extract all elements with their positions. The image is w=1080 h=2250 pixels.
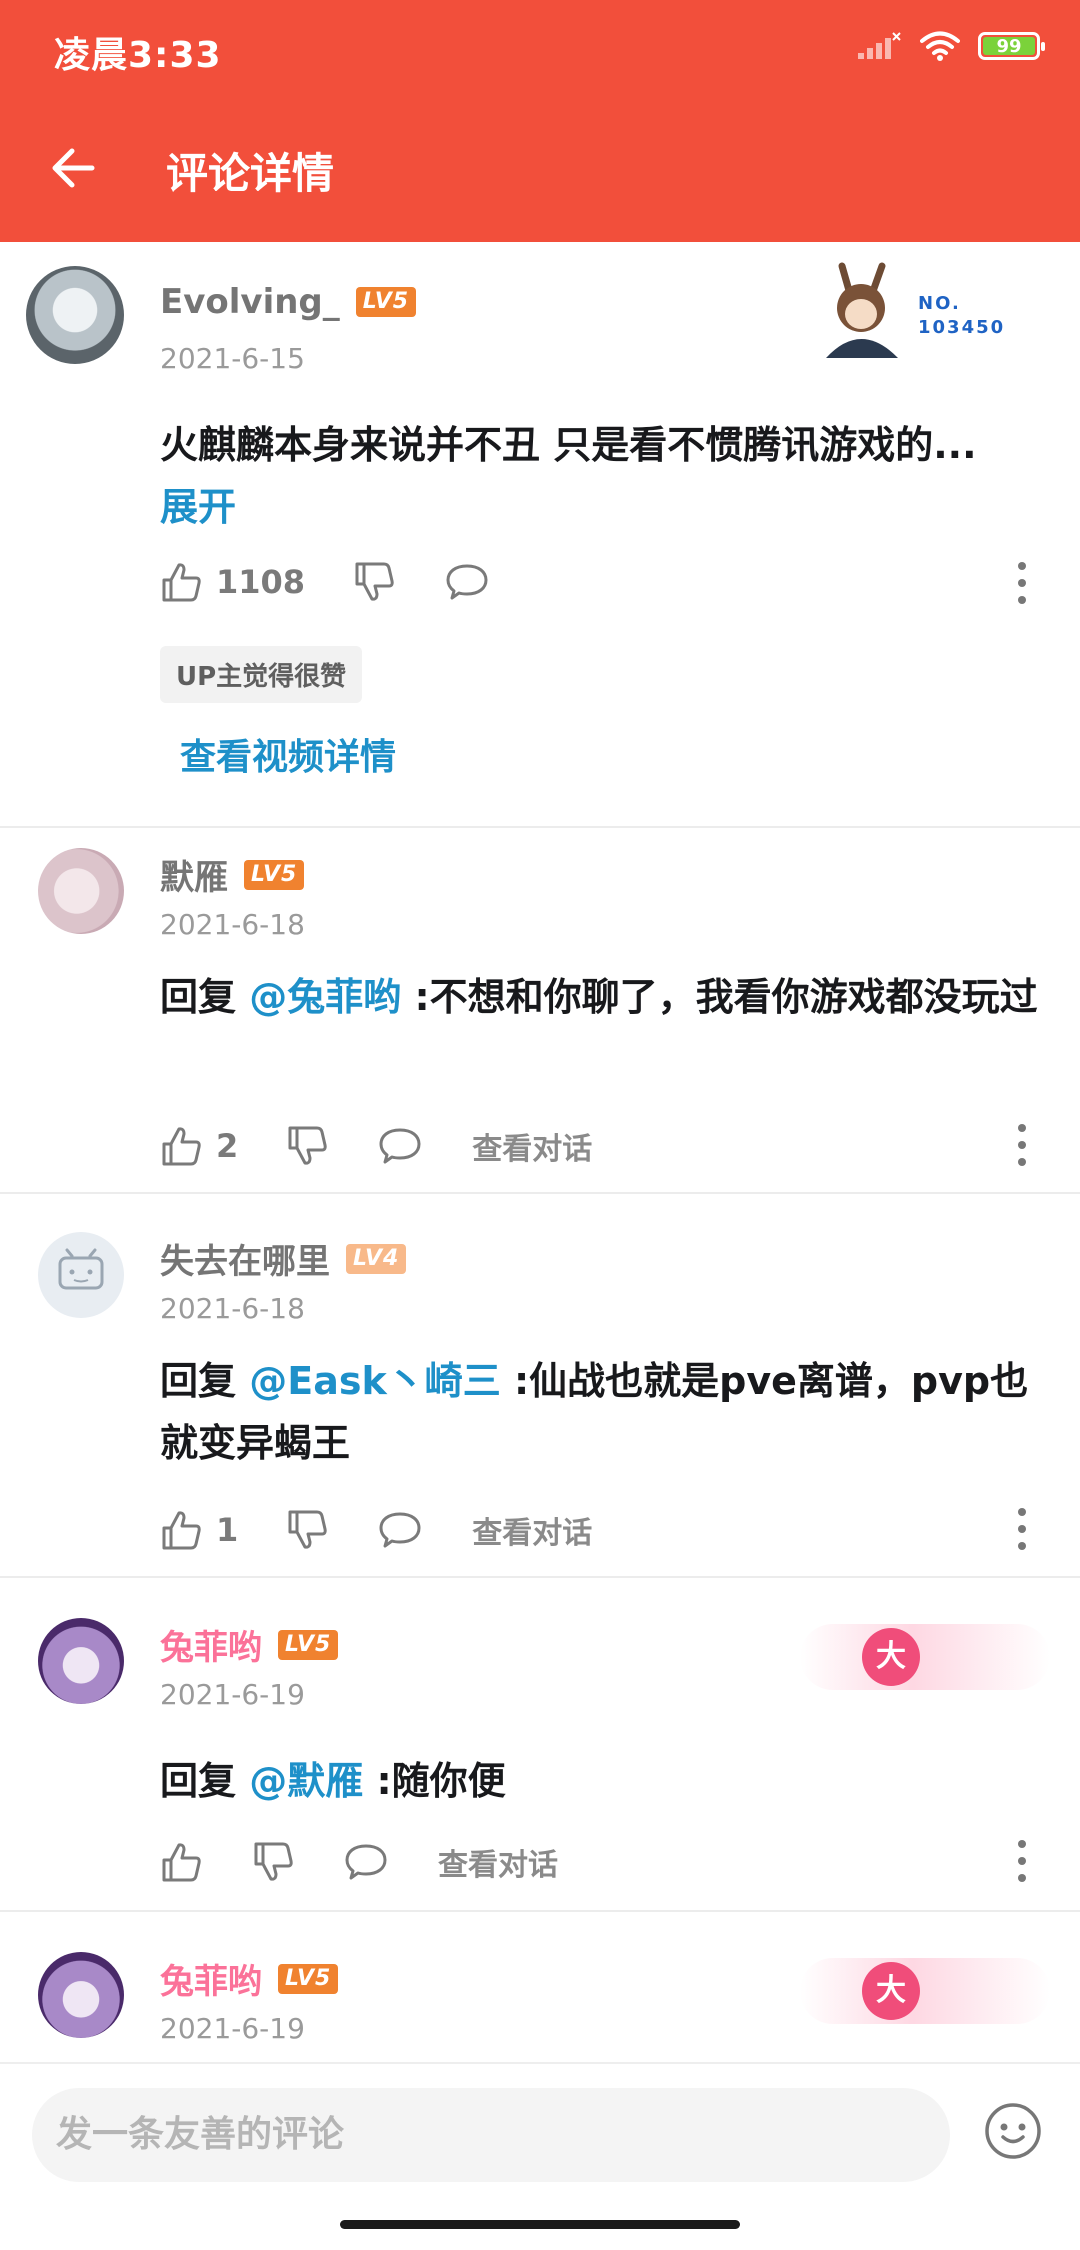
more-icon[interactable] (1014, 1836, 1030, 1886)
up-liked-tag: UP主觉得很赞 (160, 646, 363, 703)
comment-input[interactable]: 发一条友善的评论 (32, 2088, 950, 2182)
thumb-up-icon[interactable] (160, 1840, 204, 1884)
ornament-badge: 大 (862, 1962, 920, 2020)
badge-number-value: 103450 (918, 317, 1006, 338)
comment-icon[interactable] (445, 560, 489, 604)
default-avatar-icon (58, 1248, 104, 1290)
reply-text: :不想和你聊了，我看你游戏都没玩过 (401, 975, 1038, 1019)
mention-link[interactable]: @Eask丶崎三 (249, 1359, 501, 1403)
fan-badge (806, 260, 916, 360)
page-title: 评论详情 (166, 149, 335, 198)
level-badge: LV5 (355, 287, 417, 317)
reply-prefix: 回复 (160, 1759, 250, 1803)
reply-prefix: 回复 (160, 1359, 250, 1403)
thumb-up-icon[interactable] (160, 560, 204, 604)
comment-icon[interactable] (344, 1840, 388, 1884)
username[interactable]: 兔菲哟 (160, 1620, 262, 1669)
mention-link[interactable]: @兔菲哟 (249, 975, 401, 1019)
like-count: 2 (216, 1127, 239, 1165)
comment-content: 火麒麟本身来说并不丑 只是看不惯腾讯游戏的... 展开 (160, 414, 1040, 538)
thumb-down-icon[interactable] (252, 1840, 296, 1884)
level-badge: LV5 (244, 859, 305, 890)
status-icons: 99 (856, 30, 1045, 62)
reply-text: :随你便 (363, 1759, 506, 1803)
more-icon[interactable] (1014, 1504, 1030, 1554)
username[interactable]: 默雁 (160, 850, 228, 899)
comment-input-bar: 发一条友善的评论 (0, 2062, 1080, 2250)
ornament-banner (800, 1958, 1050, 2024)
view-conversation-link[interactable]: 查看对话 (438, 1840, 558, 1884)
status-time: 凌晨3:33 (54, 35, 222, 76)
badge-number-label: NO. (918, 293, 961, 314)
like-count: 1108 (216, 563, 306, 601)
thumb-up-icon[interactable] (160, 1124, 204, 1168)
signal-icon (858, 32, 901, 59)
reply-content: 回复 @兔菲哟 :不想和你聊了，我看你游戏都没玩过 (160, 966, 1040, 1028)
comment-actions: 2 查看对话 (160, 1118, 592, 1174)
mention-link[interactable]: @默雁 (249, 1759, 363, 1803)
level-badge: LV4 (346, 1243, 407, 1274)
avatar[interactable] (38, 1952, 124, 2038)
reply-content: 回复 @Eask丶崎三 :仙战也就是pve离谱，pvp也就变异蝎王 (160, 1350, 1040, 1474)
main-comment: Evolving_ LV5 2021-6-15 NO. 103450 火麒麟本身… (0, 244, 1080, 828)
thumb-down-icon[interactable] (286, 1124, 330, 1168)
username[interactable]: Evolving_ (160, 282, 340, 322)
reply-prefix: 回复 (160, 975, 250, 1019)
comment-actions: 1 查看对话 (160, 1502, 592, 1558)
username[interactable]: 失去在哪里 (160, 1234, 330, 1283)
emoji-icon[interactable] (984, 2102, 1042, 2160)
like-count: 1 (216, 1511, 239, 1549)
badge-number: NO. 103450 (918, 292, 1005, 340)
comment-date: 2021-6-18 (160, 1292, 305, 1325)
comment-date: 2021-6-15 (160, 342, 305, 375)
thumb-up-icon[interactable] (160, 1508, 204, 1552)
comment-icon[interactable] (378, 1508, 422, 1552)
avatar[interactable] (26, 266, 124, 364)
reply-content: 回复 @默雁 :随你便 (160, 1750, 1040, 1812)
comment-icon[interactable] (378, 1124, 422, 1168)
more-icon[interactable] (1014, 1120, 1030, 1170)
thumb-down-icon[interactable] (286, 1508, 330, 1552)
comment-date: 2021-6-19 (160, 2012, 305, 2045)
app-header: 凌晨3:33 99 评论详情 (0, 0, 1080, 242)
comment-actions: 查看对话 (160, 1834, 558, 1890)
ornament-badge: 大 (862, 1628, 920, 1686)
comment-text: 火麒麟本身来说并不丑 只是看不惯腾讯游戏的... (160, 423, 977, 467)
home-indicator[interactable] (340, 2220, 740, 2229)
more-icon[interactable] (1014, 558, 1030, 608)
reply-item: 失去在哪里 LV4 2021-6-18 回复 @Eask丶崎三 :仙战也就是pv… (0, 1194, 1080, 1578)
back-arrow-icon[interactable] (46, 140, 102, 196)
battery-icon: 99 (978, 32, 1045, 60)
avatar[interactable] (38, 1618, 124, 1704)
username[interactable]: 兔菲哟 (160, 1954, 262, 2003)
level-badge: LV5 (278, 1629, 339, 1660)
comment-date: 2021-6-18 (160, 908, 305, 941)
reply-item: 默雁 LV5 2021-6-18 回复 @兔菲哟 :不想和你聊了，我看你游戏都没… (0, 828, 1080, 1194)
battery-level: 99 (996, 35, 1022, 57)
expand-link[interactable]: 展开 (160, 485, 236, 529)
avatar[interactable] (38, 848, 124, 934)
comment-actions: 1108 (160, 554, 489, 610)
thumb-down-icon[interactable] (353, 560, 397, 604)
view-conversation-link[interactable]: 查看对话 (472, 1124, 592, 1168)
reply-item: 兔菲哟 LV5 2021-6-19 大 (0, 1912, 1080, 2062)
avatar[interactable] (38, 1232, 124, 1318)
view-video-detail-link[interactable]: 查看视频详情 (180, 728, 396, 780)
wifi-icon (920, 31, 960, 61)
view-conversation-link[interactable]: 查看对话 (472, 1508, 592, 1552)
reply-item: 兔菲哟 LV5 2021-6-19 大 回复 @默雁 :随你便 查看对话 (0, 1578, 1080, 1912)
character-badge-icon (826, 262, 898, 358)
comment-date: 2021-6-19 (160, 1678, 305, 1711)
level-badge: LV5 (278, 1963, 339, 1994)
ornament-banner (800, 1624, 1050, 1690)
